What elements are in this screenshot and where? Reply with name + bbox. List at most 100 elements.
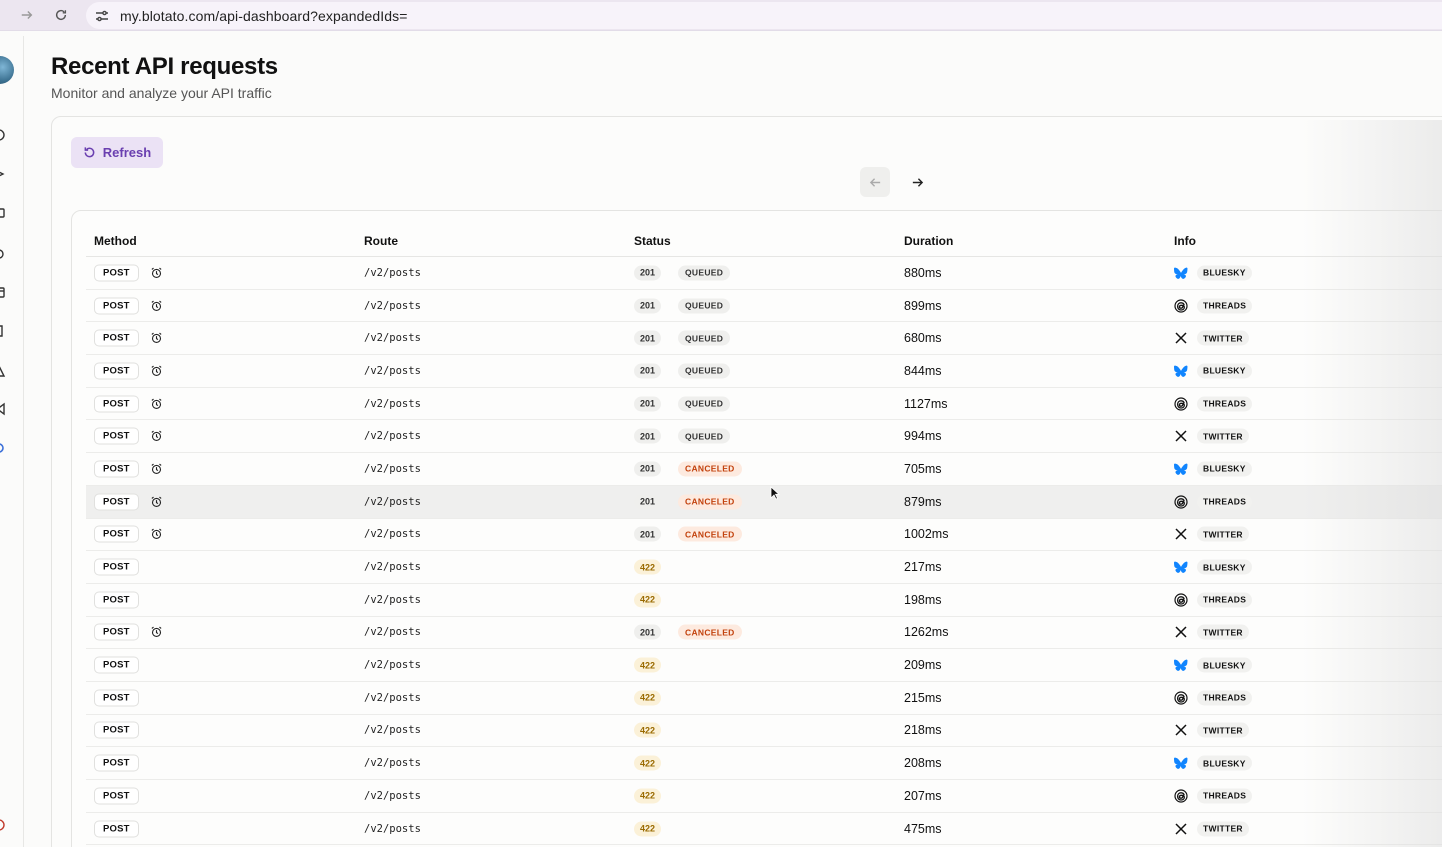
alarm-clock-icon bbox=[150, 462, 163, 475]
table-row[interactable]: POST/v2/posts 201 QUEUED 880ms BLUESKY bbox=[86, 257, 1442, 290]
table-row[interactable]: POST/v2/posts 201 QUEUED 994ms TWITTER bbox=[86, 420, 1442, 454]
platform-badge: TWITTER bbox=[1197, 330, 1249, 346]
sidebar-nav-icon-active[interactable] bbox=[0, 441, 6, 455]
method-badge: POST bbox=[94, 493, 139, 511]
alarm-clock-icon bbox=[150, 626, 163, 639]
status-state-badge: QUEUED bbox=[678, 363, 731, 379]
sidebar-nav-icon[interactable] bbox=[0, 285, 6, 299]
table-row[interactable]: POST/v2/posts 422 215ms THREADS bbox=[86, 682, 1442, 715]
sidebar-nav-icon[interactable] bbox=[0, 206, 6, 220]
status-state-badge: CANCELED bbox=[678, 526, 742, 542]
reload-icon[interactable] bbox=[51, 5, 71, 25]
method-badge: POST bbox=[94, 297, 139, 315]
duration-text: 218ms bbox=[904, 723, 942, 738]
alarm-clock-icon bbox=[150, 299, 163, 312]
table-row[interactable]: POST/v2/posts 201 CANCELED 879ms THREADS bbox=[86, 485, 1442, 519]
sidebar-nav-icon[interactable] bbox=[0, 364, 6, 378]
duration-text: 705ms bbox=[904, 461, 942, 476]
duration-text: 475ms bbox=[904, 821, 942, 836]
status-state-badge: QUEUED bbox=[678, 298, 731, 314]
table-row[interactable]: POST/v2/posts 422 209ms BLUESKY bbox=[86, 649, 1442, 682]
route-text: /v2/posts bbox=[364, 659, 421, 672]
table-row[interactable]: POST/v2/posts 201 QUEUED 899ms THREADS bbox=[86, 290, 1442, 323]
status-code-badge: 422 bbox=[634, 690, 662, 706]
method-badge: POST bbox=[94, 689, 139, 707]
threads-icon bbox=[1174, 593, 1188, 607]
sidebar-nav-icon[interactable] bbox=[0, 246, 6, 260]
platform-badge: THREADS bbox=[1197, 494, 1253, 510]
table-row[interactable]: POST/v2/posts 201 CANCELED 1262ms TWITTER bbox=[86, 617, 1442, 650]
twitter-icon bbox=[1174, 429, 1188, 443]
status-code-badge: 201 bbox=[634, 494, 662, 510]
sidebar-nav-icon[interactable] bbox=[0, 324, 6, 338]
table-row[interactable]: POST/v2/posts 201 QUEUED 844ms BLUESKY bbox=[86, 355, 1442, 388]
alarm-clock-icon bbox=[150, 397, 163, 410]
status-code-badge: 422 bbox=[634, 722, 662, 738]
status-code-badge: 201 bbox=[634, 428, 662, 444]
status-code-badge: 422 bbox=[634, 592, 662, 608]
table-row[interactable]: POST/v2/posts 201 QUEUED 680ms TWITTER bbox=[86, 322, 1442, 356]
next-page-button[interactable] bbox=[902, 167, 932, 197]
route-text: /v2/posts bbox=[364, 430, 421, 443]
sidebar-nav-icon[interactable] bbox=[0, 402, 6, 416]
status-code-badge: 201 bbox=[634, 396, 662, 412]
arrow-left-icon bbox=[869, 176, 882, 189]
route-text: /v2/posts bbox=[364, 724, 421, 737]
threads-icon bbox=[1174, 789, 1188, 803]
forward-icon[interactable] bbox=[17, 5, 37, 25]
route-text: /v2/posts bbox=[364, 822, 421, 835]
bluesky-icon bbox=[1174, 560, 1188, 574]
route-text: /v2/posts bbox=[364, 757, 421, 770]
alarm-clock-icon bbox=[150, 332, 163, 345]
platform-badge: TWITTER bbox=[1197, 428, 1249, 444]
table-row[interactable]: POST/v2/posts 422 218ms TWITTER bbox=[86, 715, 1442, 748]
column-header-info[interactable]: Info bbox=[1174, 234, 1196, 248]
column-header-duration[interactable]: Duration bbox=[904, 234, 953, 248]
threads-icon bbox=[1174, 691, 1188, 705]
column-header-status[interactable]: Status bbox=[634, 234, 671, 248]
address-bar[interactable]: my.blotato.com/api-dashboard?expandedIds… bbox=[86, 2, 1442, 29]
method-badge: POST bbox=[94, 558, 139, 576]
column-header-method[interactable]: Method bbox=[94, 234, 137, 248]
route-text: /v2/posts bbox=[364, 626, 421, 639]
status-state-badge: CANCELED bbox=[678, 461, 742, 477]
duration-text: 844ms bbox=[904, 363, 942, 378]
table-row[interactable]: POST/v2/posts 201 CANCELED 705ms BLUESKY bbox=[86, 453, 1442, 486]
platform-badge: TWITTER bbox=[1197, 821, 1249, 837]
platform-badge: THREADS bbox=[1197, 690, 1253, 706]
table-row[interactable]: POST/v2/posts 422 198ms THREADS bbox=[86, 584, 1442, 617]
sidebar-nav-icon[interactable] bbox=[0, 128, 6, 142]
status-code-badge: 201 bbox=[634, 265, 662, 281]
duration-text: 1127ms bbox=[904, 396, 948, 411]
status-code-badge: 422 bbox=[634, 755, 662, 771]
table-row[interactable]: POST/v2/posts 422 475ms TWITTER bbox=[86, 813, 1442, 846]
table-row[interactable]: POST/v2/posts 201 CANCELED 1002ms TWITTER bbox=[86, 519, 1442, 552]
status-code-badge: 201 bbox=[634, 461, 662, 477]
table-header: Method Route Status Duration Info bbox=[86, 226, 1442, 257]
route-text: /v2/posts bbox=[364, 561, 421, 574]
table-row[interactable]: POST/v2/posts 422 217ms BLUESKY bbox=[86, 551, 1442, 584]
route-text: /v2/posts bbox=[364, 364, 421, 377]
table-row[interactable]: POST/v2/posts 422 207ms THREADS bbox=[86, 780, 1442, 813]
platform-badge: BLUESKY bbox=[1197, 363, 1252, 379]
duration-text: 207ms bbox=[904, 788, 942, 803]
status-code-badge: 422 bbox=[634, 821, 662, 837]
route-text: /v2/posts bbox=[364, 528, 421, 541]
table-row[interactable]: POST/v2/posts 422 208ms BLUESKY bbox=[86, 747, 1442, 780]
previous-page-button[interactable] bbox=[860, 167, 890, 197]
method-badge: POST bbox=[94, 591, 139, 609]
column-header-route[interactable]: Route bbox=[364, 234, 398, 248]
site-settings-icon[interactable] bbox=[94, 8, 110, 24]
status-code-badge: 422 bbox=[634, 788, 662, 804]
route-text: /v2/posts bbox=[364, 593, 421, 606]
sidebar-nav-icon[interactable] bbox=[0, 167, 6, 181]
avatar[interactable] bbox=[0, 56, 14, 84]
table-row[interactable]: POST/v2/posts 201 QUEUED 1127ms THREADS bbox=[86, 388, 1442, 421]
bluesky-icon bbox=[1174, 658, 1188, 672]
platform-badge: THREADS bbox=[1197, 592, 1253, 608]
status-state-badge: CANCELED bbox=[678, 624, 742, 640]
sidebar-alert-icon[interactable] bbox=[0, 818, 6, 832]
refresh-button[interactable]: Refresh bbox=[71, 137, 163, 168]
twitter-icon bbox=[1174, 527, 1188, 541]
bluesky-icon bbox=[1174, 462, 1188, 476]
